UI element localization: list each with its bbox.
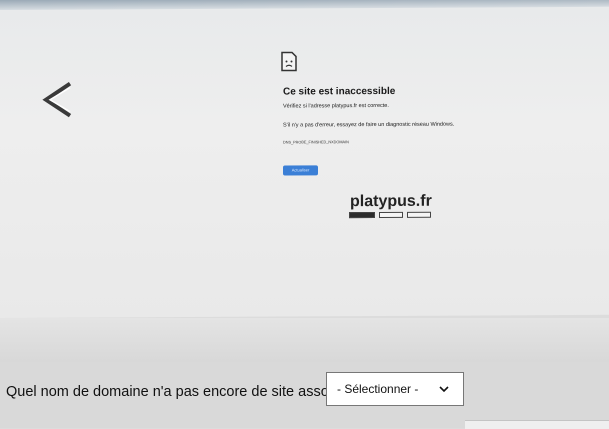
reload-button[interactable]: Actualiser: [283, 165, 318, 176]
select-value: - Sélectionner -: [337, 382, 419, 396]
error-title: Ce site est inaccessible: [283, 85, 396, 98]
error-hint-address: Vérifiez si l'adresse platypus.fr est co…: [283, 102, 389, 110]
browser-screen: Ce site est inaccessible Vérifiez si l'a…: [0, 0, 609, 319]
question-text: Quel nom de domaine n'a pas encore de si…: [6, 384, 360, 400]
answer-select[interactable]: - Sélectionner -: [326, 372, 464, 406]
site-name: platypus.fr: [350, 192, 432, 211]
error-hint-diagnostic: S'il n'y a pas d'erreur, essayez de fair…: [283, 121, 455, 129]
answer-blanks: [349, 211, 431, 219]
chevron-down-icon: [439, 386, 449, 393]
back-arrow-icon[interactable]: [40, 80, 80, 120]
sad-document-icon: [281, 51, 297, 72]
question-row: Quel nom de domaine n'a pas encore de si…: [0, 362, 609, 428]
answer-blank-3: [407, 211, 431, 218]
footer-band: [0, 318, 609, 362]
answer-blank-1: [349, 212, 375, 219]
error-code: DNS_PROBE_FINISHED_NXDOMAIN: [283, 140, 349, 145]
answer-blank-2: [379, 211, 403, 219]
screen-top-edge: [0, 0, 609, 10]
